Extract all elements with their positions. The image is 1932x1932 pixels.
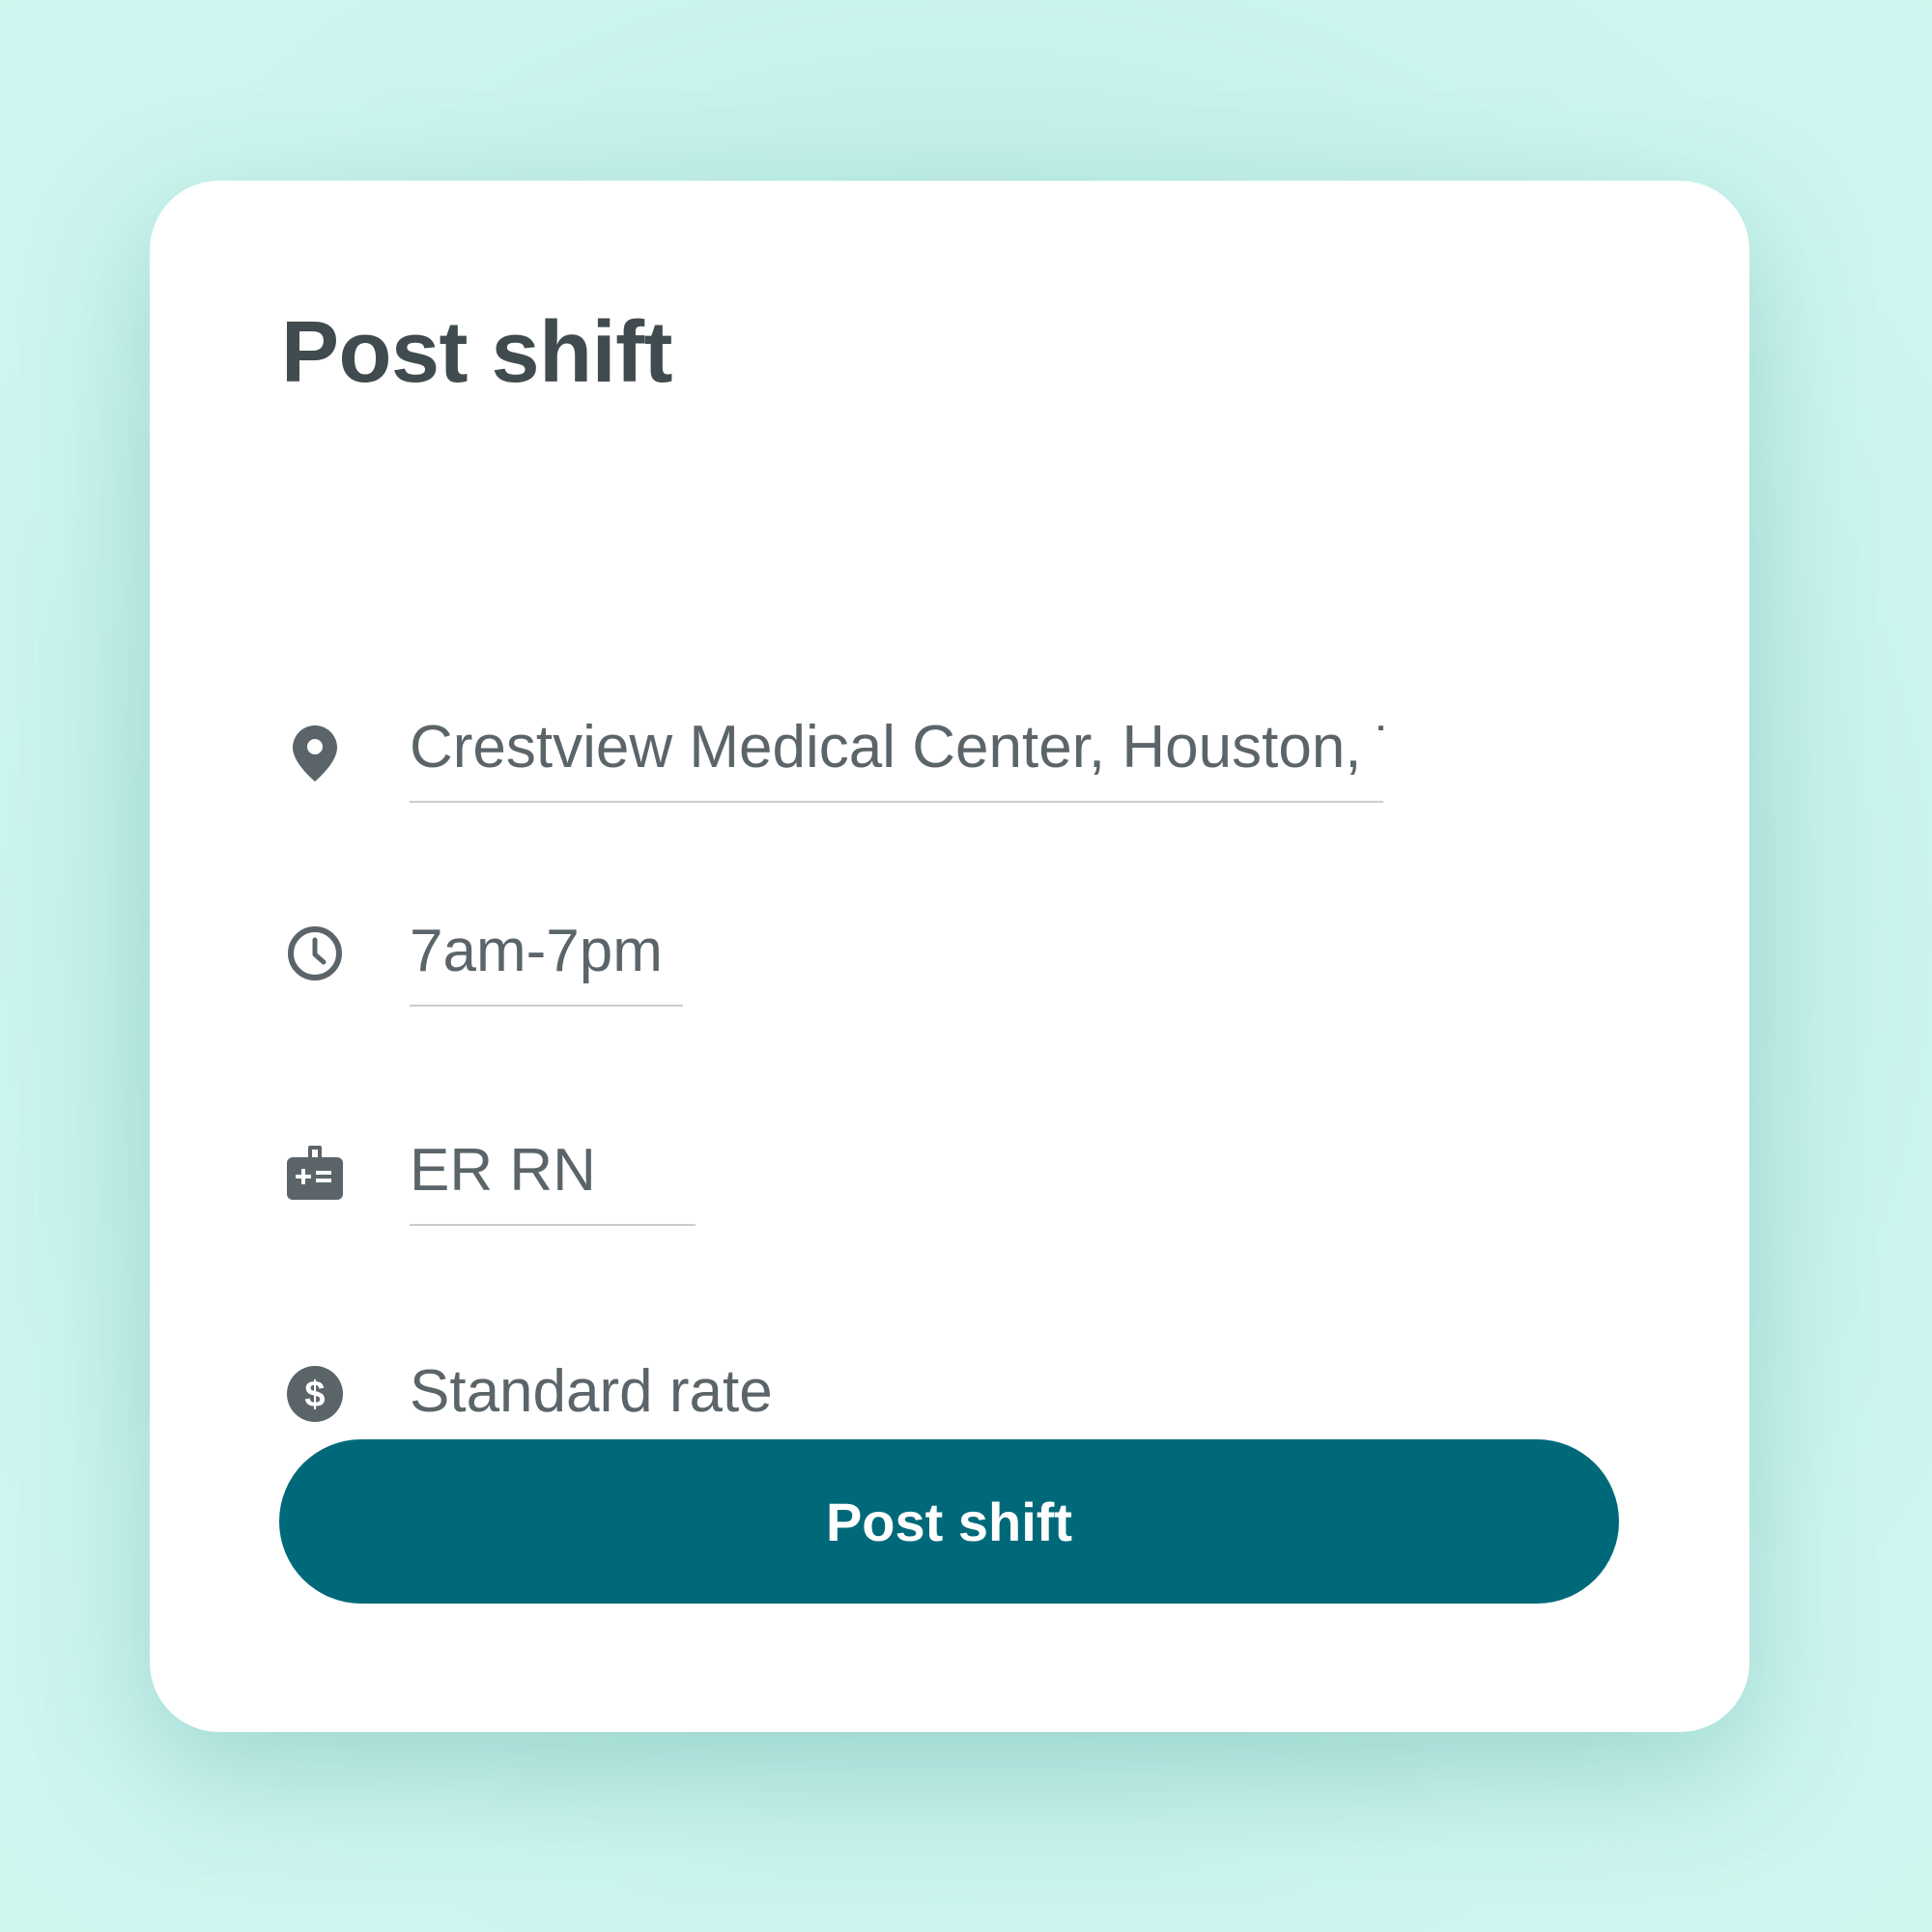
card-title: Post shift — [281, 304, 673, 401]
location-row — [281, 696, 1537, 803]
location-pin-icon — [281, 720, 349, 787]
clock-icon — [281, 920, 349, 987]
rate-row: $ — [281, 1341, 861, 1447]
time-row — [281, 900, 861, 1007]
role-row — [281, 1120, 861, 1226]
rate-field[interactable] — [410, 1341, 796, 1447]
location-field[interactable] — [410, 696, 1383, 803]
dollar-coin-icon: $ — [281, 1360, 349, 1428]
time-field[interactable] — [410, 900, 683, 1007]
role-field[interactable] — [410, 1120, 696, 1226]
post-shift-button[interactable]: Post shift — [279, 1439, 1619, 1604]
medical-badge-icon — [281, 1139, 349, 1207]
svg-text:$: $ — [304, 1375, 325, 1415]
post-shift-card: Post shift Crestview Medical Center, Hou… — [150, 181, 1749, 1732]
